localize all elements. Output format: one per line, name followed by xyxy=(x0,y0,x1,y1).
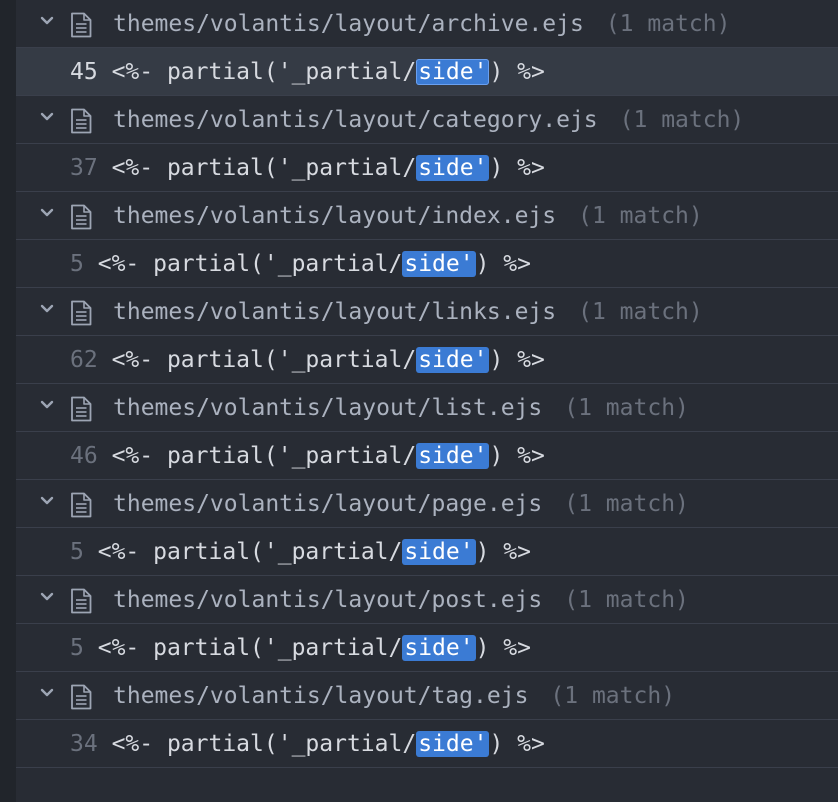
file-path-text: themes/volantis/layout/tag.ejs xyxy=(113,683,529,709)
file-path-text: themes/volantis/layout/links.ejs xyxy=(113,299,557,325)
line-number: 34 xyxy=(70,731,98,757)
match-line-row[interactable]: 45 <%- partial('_partial/side') %> xyxy=(16,48,838,96)
line-number: 62 xyxy=(70,347,98,373)
file-result-header[interactable]: themes/volantis/layout/links.ejs (1 match… xyxy=(16,288,838,336)
chevron-down-icon[interactable] xyxy=(40,688,54,698)
chevron-down-icon[interactable] xyxy=(40,592,54,602)
match-count: (1 match) xyxy=(564,395,689,421)
file-text-icon xyxy=(71,108,92,134)
code-before: <%- partial('_partial/ xyxy=(111,443,417,469)
match-count: (1 match) xyxy=(578,203,703,229)
code-after: ) %> xyxy=(489,731,545,757)
line-number: 5 xyxy=(70,635,84,661)
code-before: <%- partial('_partial/ xyxy=(97,635,403,661)
match-highlight: side' xyxy=(416,155,490,181)
code-before: <%- partial('_partial/ xyxy=(97,539,403,565)
code-after: ) %> xyxy=(475,635,531,661)
match-highlight: side' xyxy=(416,347,490,373)
file-path-text: themes/volantis/layout/archive.ejs xyxy=(113,11,584,37)
search-results-list: themes/volantis/layout/archive.ejs (1 mat… xyxy=(16,0,838,802)
file-text-icon xyxy=(71,12,92,38)
code-after: ) %> xyxy=(489,347,545,373)
line-number: 46 xyxy=(70,443,98,469)
match-line-row[interactable]: 5 <%- partial('_partial/side') %> xyxy=(16,528,838,576)
chevron-down-icon[interactable] xyxy=(40,304,54,314)
line-number: 5 xyxy=(70,539,84,565)
chevron-down-icon[interactable] xyxy=(40,400,54,410)
file-text-icon xyxy=(71,684,92,710)
file-path: themes/volantis/layout/index.ejs (1 match… xyxy=(113,202,703,230)
match-count: (1 match) xyxy=(564,587,689,613)
file-path-text: themes/volantis/layout/category.ejs xyxy=(113,107,598,133)
file-result-header[interactable]: themes/volantis/layout/post.ejs (1 match) xyxy=(16,576,838,624)
file-text-icon xyxy=(71,492,92,518)
code-before: <%- partial('_partial/ xyxy=(111,731,417,757)
chevron-down-icon[interactable] xyxy=(40,112,54,122)
match-line: 5 <%- partial('_partial/side') %> xyxy=(70,250,531,278)
file-path: themes/volantis/layout/category.ejs (1 ma… xyxy=(113,106,744,134)
match-highlight: side' xyxy=(416,443,490,469)
match-line: 46 <%- partial('_partial/side') %> xyxy=(70,442,545,470)
file-text-icon xyxy=(71,204,92,230)
code-before: <%- partial('_partial/ xyxy=(111,59,417,85)
match-count: (1 match) xyxy=(619,107,745,133)
match-highlight: side' xyxy=(402,251,476,277)
chevron-down-icon[interactable] xyxy=(40,16,54,26)
match-line: 37 <%- partial('_partial/side') %> xyxy=(70,154,545,182)
file-path: themes/volantis/layout/tag.ejs (1 match) xyxy=(113,682,675,710)
line-number: 5 xyxy=(70,251,84,277)
file-text-icon xyxy=(71,588,92,614)
match-highlight: side' xyxy=(416,59,490,85)
match-highlight: side' xyxy=(402,539,476,565)
match-line-row[interactable]: 62 <%- partial('_partial/side') %> xyxy=(16,336,838,384)
file-text-icon xyxy=(71,300,92,326)
file-result-header[interactable]: themes/volantis/layout/tag.ejs (1 match) xyxy=(16,672,838,720)
match-line-row[interactable]: 37 <%- partial('_partial/side') %> xyxy=(16,144,838,192)
file-result-header[interactable]: themes/volantis/layout/list.ejs (1 match) xyxy=(16,384,838,432)
match-count: (1 match) xyxy=(550,683,676,709)
file-path: themes/volantis/layout/page.ejs (1 match) xyxy=(113,490,689,518)
match-line: 45 <%- partial('_partial/side') %> xyxy=(70,58,545,86)
match-line: 5 <%- partial('_partial/side') %> xyxy=(70,634,531,662)
match-line: 62 <%- partial('_partial/side') %> xyxy=(70,346,545,374)
file-path-text: themes/volantis/layout/list.ejs xyxy=(113,395,543,421)
chevron-down-icon[interactable] xyxy=(40,496,54,506)
match-count: (1 match) xyxy=(605,11,731,37)
file-path-text: themes/volantis/layout/page.ejs xyxy=(113,491,543,517)
file-result-header[interactable]: themes/volantis/layout/page.ejs (1 match) xyxy=(16,480,838,528)
match-count: (1 match) xyxy=(564,491,689,517)
match-line-row[interactable]: 34 <%- partial('_partial/side') %> xyxy=(16,720,838,768)
match-highlight: side' xyxy=(416,731,490,757)
file-path: themes/volantis/layout/links.ejs (1 match… xyxy=(113,298,703,326)
file-path-text: themes/volantis/layout/index.ejs xyxy=(113,203,557,229)
file-path: themes/volantis/layout/archive.ejs (1 mat… xyxy=(113,10,730,38)
match-line: 5 <%- partial('_partial/side') %> xyxy=(70,538,531,566)
match-line-row[interactable]: 5 <%- partial('_partial/side') %> xyxy=(16,240,838,288)
line-number: 45 xyxy=(70,59,98,85)
file-path-text: themes/volantis/layout/post.ejs xyxy=(113,587,543,613)
match-count: (1 match) xyxy=(578,299,703,325)
match-highlight: side' xyxy=(402,635,476,661)
code-after: ) %> xyxy=(489,155,545,181)
code-after: ) %> xyxy=(475,539,531,565)
code-after: ) %> xyxy=(489,443,545,469)
code-before: <%- partial('_partial/ xyxy=(97,251,403,277)
code-after: ) %> xyxy=(475,251,531,277)
code-before: <%- partial('_partial/ xyxy=(111,155,417,181)
chevron-down-icon[interactable] xyxy=(40,208,54,218)
file-path: themes/volantis/layout/post.ejs (1 match) xyxy=(113,586,689,614)
match-line-row[interactable]: 5 <%- partial('_partial/side') %> xyxy=(16,624,838,672)
match-line: 34 <%- partial('_partial/side') %> xyxy=(70,730,545,758)
match-line-row[interactable]: 46 <%- partial('_partial/side') %> xyxy=(16,432,838,480)
file-result-header[interactable]: themes/volantis/layout/category.ejs (1 ma… xyxy=(16,96,838,144)
code-before: <%- partial('_partial/ xyxy=(111,347,417,373)
left-panel-edge xyxy=(0,0,16,802)
file-result-header[interactable]: themes/volantis/layout/index.ejs (1 match… xyxy=(16,192,838,240)
code-after: ) %> xyxy=(489,59,545,85)
file-path: themes/volantis/layout/list.ejs (1 match) xyxy=(113,394,689,422)
file-result-header[interactable]: themes/volantis/layout/archive.ejs (1 mat… xyxy=(16,0,838,48)
file-text-icon xyxy=(71,396,92,422)
line-number: 37 xyxy=(70,155,98,181)
